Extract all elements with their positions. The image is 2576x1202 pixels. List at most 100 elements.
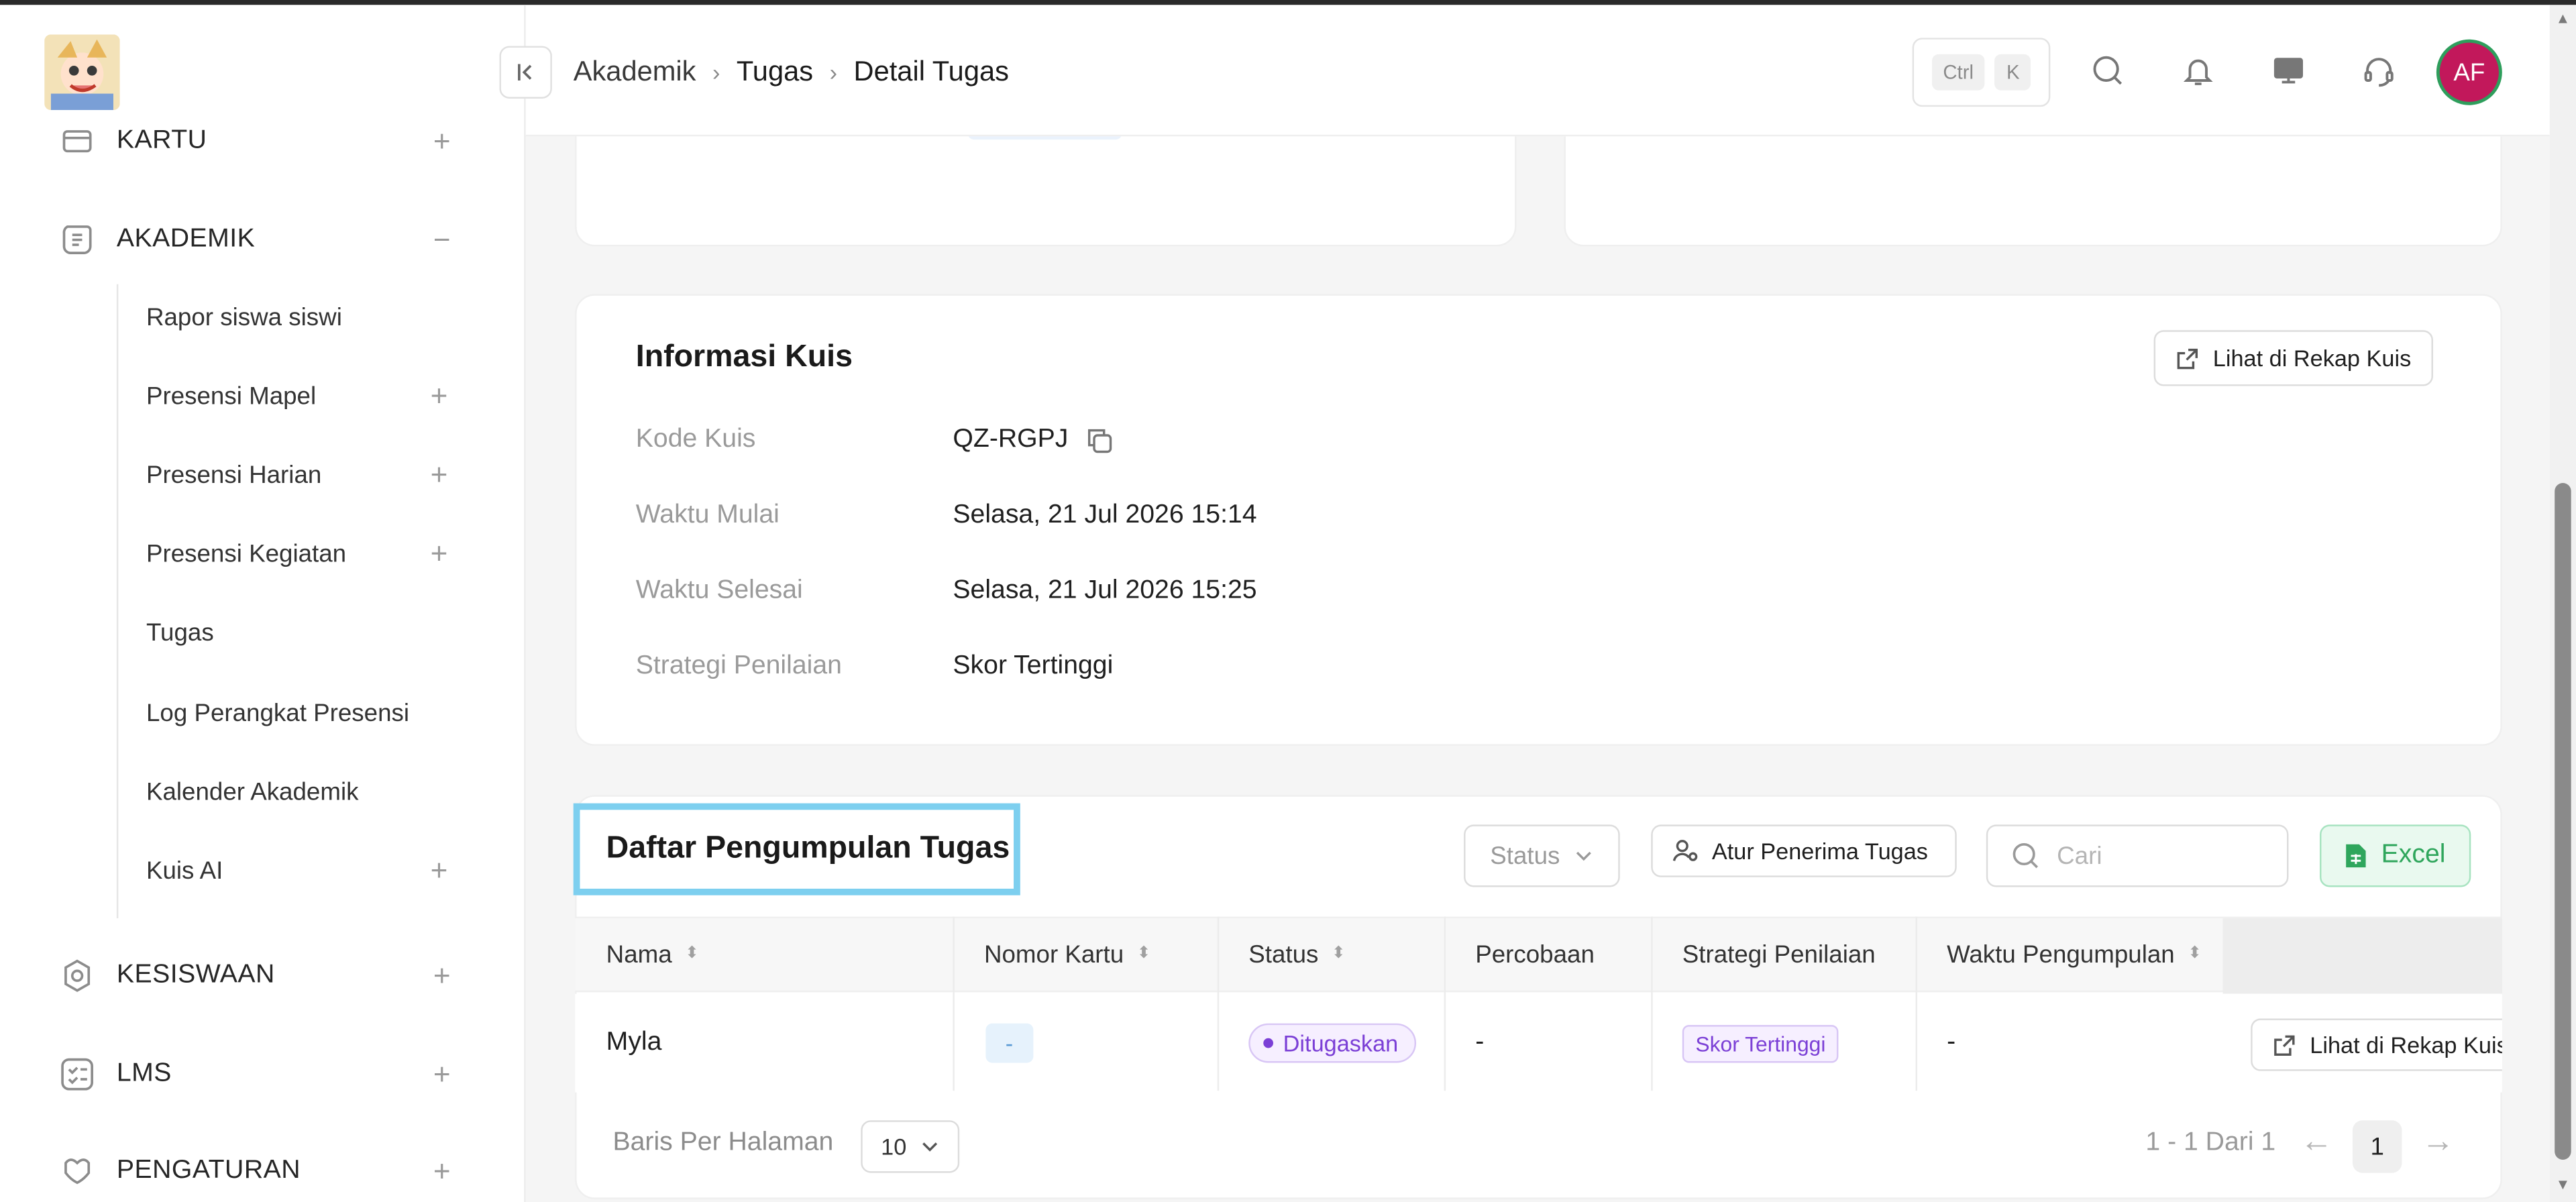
expand-icon[interactable]: + (431, 378, 448, 413)
spreadsheet-icon (2347, 844, 2367, 868)
view-quiz-recap-button[interactable]: Lihat di Rekap Kuis (2153, 330, 2433, 386)
sidebar: KARTU + AKADEMIK − Rapor siswa siswi Pre… (0, 5, 526, 1202)
breadcrumb-akademik[interactable]: Akademik (574, 56, 696, 89)
cell-status: Ditugaskan (1248, 994, 1417, 1093)
row-view-recap-button[interactable]: Lihat di Rekap Kuis (2251, 1018, 2502, 1071)
cell-strategi: Skor Tertinggi (1682, 994, 1839, 1093)
sidebar-item-tugas[interactable]: Tugas (146, 603, 475, 662)
nav-group-pengaturan[interactable]: PENGATURAN + (0, 1138, 524, 1202)
scrollbar-thumb[interactable] (2555, 483, 2571, 1160)
search-input[interactable]: Cari (1986, 824, 2289, 887)
expand-icon[interactable]: + (431, 1060, 453, 1089)
search-icon[interactable] (2088, 51, 2128, 91)
breadcrumb-tugas[interactable]: Tugas (737, 56, 813, 89)
next-page-arrow-icon[interactable]: → (2422, 1124, 2455, 1161)
expand-icon[interactable]: + (431, 127, 453, 156)
search-placeholder: Cari (2057, 842, 2102, 870)
column-label: Strategi Penilaian (1682, 940, 1876, 969)
assign-recipients-button[interactable]: Atur Penerima Tugas (1651, 824, 1957, 877)
collapse-icon[interactable]: − (431, 225, 453, 255)
nav-group-label: PENGATURAN (116, 1156, 301, 1185)
nav-group-label: LMS (116, 1059, 172, 1088)
breadcrumb: Akademik › Tugas › Detail Tugas (574, 54, 1009, 91)
column-divider (1651, 916, 1653, 1091)
command-palette-shortcut[interactable]: Ctrl K (1912, 38, 2051, 107)
column-divider (1444, 916, 1446, 1091)
button-label: Atur Penerima Tugas (1711, 837, 1928, 865)
card-icon (59, 123, 95, 160)
button-label: Excel (2381, 840, 2446, 869)
sidebar-item-kalender[interactable]: Kalender Akademik (146, 762, 475, 821)
sort-icon: ⬍ (1331, 944, 1346, 963)
external-link-icon (2177, 347, 2198, 369)
kbd-ctrl: Ctrl (1931, 54, 1986, 91)
field-label-kode: Kode Kuis (635, 425, 756, 453)
scroll-up-icon[interactable]: ▲ (2555, 10, 2571, 26)
submissions-title: Daftar Pengumpulan Tugas (573, 803, 1020, 895)
bell-icon[interactable] (2178, 51, 2218, 91)
external-link-icon (2274, 1034, 2295, 1055)
sidebar-item-label: Log Perangkat Presensi (146, 699, 410, 727)
sidebar-item-presensi-harian[interactable]: Presensi Harian + (146, 445, 475, 504)
chevron-down-icon (1575, 851, 1591, 861)
row-action-clip: Lihat di Rekap Kuis (2251, 1018, 2502, 1071)
submenu-guide-line (116, 284, 119, 918)
nav-group-kesiswaan[interactable]: KESISWAAN + (0, 943, 524, 1009)
copy-icon[interactable] (1085, 425, 1114, 455)
expand-icon[interactable]: + (431, 853, 448, 887)
column-header-strategi: Strategi Penilaian (1682, 917, 1876, 993)
app-logo[interactable] (44, 34, 120, 111)
monitor-icon[interactable] (2269, 51, 2308, 91)
headset-support-icon[interactable] (2359, 51, 2399, 91)
button-label: Lihat di Rekap Kuis (2310, 1031, 2502, 1058)
column-divider (1217, 916, 1220, 1091)
column-header-status[interactable]: Status ⬍ (1248, 917, 1345, 993)
chevron-down-icon (922, 1142, 937, 1152)
nav-group-kartu[interactable]: KARTU + (0, 109, 524, 174)
expand-icon[interactable]: + (431, 961, 453, 991)
sidebar-item-kuis-ai[interactable]: Kuis AI + (146, 841, 475, 900)
status-badge: Ditugaskan (1248, 1023, 1417, 1063)
sidebar-item-presensi-kegiatan[interactable]: Presensi Kegiatan + (146, 524, 475, 583)
cell-waktu: - (1947, 1028, 1956, 1056)
status-filter-label: Status (1490, 842, 1560, 870)
expand-icon[interactable]: + (431, 457, 448, 492)
sidebar-item-presensi-mapel[interactable]: Presensi Mapel + (146, 366, 475, 425)
nav-group-label: KESISWAAN (116, 961, 275, 989)
excel-export-button[interactable]: Excel (2319, 824, 2471, 887)
sidebar-item-label: Presensi Harian (146, 460, 322, 489)
scroll-down-icon[interactable]: ▼ (2555, 1176, 2571, 1192)
sidebar-item-label: Presensi Mapel (146, 382, 317, 411)
breadcrumb-detail-tugas: Detail Tugas (853, 56, 1009, 87)
chevron-right-icon: › (712, 59, 720, 86)
rows-per-page-select[interactable]: 10 (861, 1120, 960, 1173)
column-divider (1915, 916, 1917, 1091)
sidebar-item-label: Rapor siswa siswi (146, 303, 342, 331)
status-filter-select[interactable]: Status (1464, 824, 1620, 887)
prev-page-arrow-icon[interactable]: ← (2300, 1124, 2333, 1161)
user-avatar[interactable]: AF (2436, 39, 2502, 105)
expand-icon[interactable]: + (431, 1156, 453, 1186)
button-label: Lihat di Rekap Kuis (2212, 345, 2412, 372)
quiz-code: QZ-RGPJ (953, 425, 1069, 453)
field-value-strategi: Skor Tertinggi (953, 652, 1114, 680)
page-button-current[interactable]: 1 (2352, 1120, 2402, 1173)
column-header-nomor-kartu[interactable]: Nomor Kartu ⬍ (984, 917, 1150, 993)
column-header-waktu[interactable]: Waktu Pengumpulan ⬍ (1947, 917, 2202, 993)
nav-group-akademik[interactable]: AKADEMIK − (0, 207, 524, 273)
window-top-border (0, 0, 2576, 5)
sidebar-item-log-perangkat[interactable]: Log Perangkat Presensi (146, 684, 475, 743)
column-label: Nama (606, 940, 672, 969)
collapse-sidebar-button[interactable] (499, 46, 552, 99)
nav-group-lms[interactable]: LMS + (0, 1042, 524, 1107)
search-icon (2012, 842, 2039, 869)
column-header-nama[interactable]: Nama ⬍ (606, 917, 699, 993)
expand-icon[interactable]: + (431, 537, 448, 571)
chevron-right-icon: › (829, 59, 838, 86)
user-settings-icon (1672, 840, 1698, 861)
kbd-k: K (1994, 54, 2031, 91)
rows-per-page-value: 10 (881, 1133, 907, 1160)
sort-icon: ⬍ (685, 944, 699, 963)
sidebar-item-rapor[interactable]: Rapor siswa siswi (146, 288, 475, 347)
status-label: Ditugaskan (1283, 1030, 1399, 1056)
